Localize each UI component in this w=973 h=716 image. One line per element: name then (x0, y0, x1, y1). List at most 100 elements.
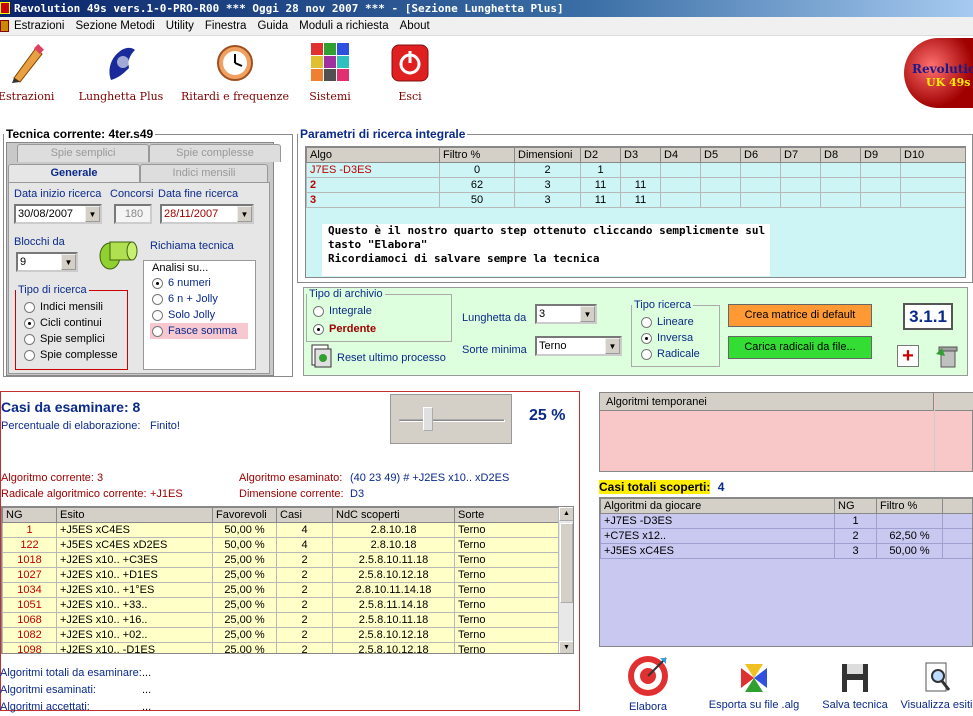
param-header[interactable]: D10 (900, 147, 965, 163)
param-header[interactable]: D5 (700, 147, 741, 163)
casi-header[interactable]: Esito (56, 507, 213, 523)
casi-row[interactable]: 1034 +J2ES x10.. +1°ES 25,00 % 2 2.8.10.11.1… (2, 582, 559, 598)
plus-icon[interactable]: + (897, 345, 919, 367)
trash-icon[interactable] (934, 342, 962, 370)
chevron-down-icon[interactable]: ▼ (85, 206, 100, 222)
casi-row[interactable]: 1068 +J2ES x10.. +16.. 25,00 % 2 2.5.8.10.11… (2, 612, 559, 628)
casi-row[interactable]: 1051 +J2ES x10.. +33.. 25,00 % 2 2.5.8.11.14… (2, 597, 559, 613)
param-header[interactable]: D4 (660, 147, 701, 163)
param-cell (660, 192, 701, 208)
radio-6-numeri[interactable]: 6 numeri (152, 277, 211, 289)
casi-header[interactable]: Favorevoli (212, 507, 277, 523)
progress-slider[interactable] (390, 394, 512, 444)
radio-integrale[interactable]: Integrale (313, 305, 372, 317)
sistemi-button[interactable]: Sistemi (304, 42, 356, 103)
scoperti-grid[interactable]: Algoritmi da giocare NG Filtro % +J7ES -D3… (599, 497, 973, 647)
casi-header[interactable]: NdC scoperti (332, 507, 455, 523)
data-inizio-select[interactable]: 30/08/2007 ▼ (14, 204, 102, 224)
radio-spie-semplici[interactable]: Spie semplici (24, 333, 105, 345)
param-header[interactable]: D2 (580, 147, 621, 163)
reset-label[interactable]: Reset ultimo processo (337, 352, 446, 364)
ritardi-frequenze-button[interactable]: Ritardi e frequenze (180, 42, 290, 103)
param-header[interactable]: Filtro % (439, 147, 515, 163)
menu-estrazioni[interactable]: Estrazioni (14, 20, 65, 32)
slider-thumb[interactable] (423, 407, 433, 431)
elabora-button[interactable]: Elabora (621, 652, 675, 713)
estrazioni-button[interactable]: Estrazioni (0, 42, 54, 103)
radio-perdente[interactable]: Perdente (313, 323, 376, 335)
lunghetta-select[interactable]: 3 ▼ (535, 304, 597, 324)
chevron-down-icon[interactable]: ▼ (605, 338, 620, 354)
casi-header[interactable]: NG (2, 507, 57, 523)
param-row[interactable]: 2 62 3 11 11 (306, 177, 965, 193)
radio-solo-jolly[interactable]: Solo Jolly (152, 309, 215, 321)
casi-row[interactable]: 1098 +J2ES x10.. -D1ES 25,00 % 2 2.5.8.10.12… (2, 642, 559, 653)
chevron-down-icon[interactable]: ▼ (580, 306, 595, 322)
radio-6n-jolly[interactable]: 6 n + Jolly (152, 293, 218, 305)
menu-guida[interactable]: Guida (257, 20, 288, 32)
richiama-tecnica-label[interactable]: Richiama tecnica (150, 240, 234, 252)
accettati-label: Algoritmi accettati: (0, 701, 90, 713)
esporta-button[interactable]: Esporta su file .alg (706, 660, 802, 711)
scop-header[interactable]: Filtro % (876, 498, 943, 514)
casi-row[interactable]: 1027 +J2ES x10.. +D1ES 25,00 % 2 2.5.8.10.12… (2, 567, 559, 583)
visualizza-esiti-button[interactable]: Visualizza esiti (900, 660, 973, 711)
scop-header[interactable]: NG (834, 498, 877, 514)
radio-spie-complesse[interactable]: Spie complesse (24, 349, 118, 361)
param-cell: 2 (306, 177, 440, 193)
casi-row[interactable]: 1 +J5ES xC4ES 50,00 % 4 2.8.10.18 Terno (2, 522, 559, 538)
casi-header[interactable]: Casi (276, 507, 333, 523)
sorte-label: Sorte minima (462, 344, 527, 356)
carica-radicali-button[interactable]: Carica radicali da file... (728, 336, 872, 359)
casi-scrollbar[interactable]: ▲ ▼ (558, 507, 573, 653)
casi-cell: 2.8.10.18 (332, 522, 455, 538)
tab-indici-mensili[interactable]: Indici mensili (140, 164, 268, 182)
menu-about[interactable]: About (400, 20, 430, 32)
scop-row[interactable]: +J5ES xC4ES 3 50,00 % (600, 543, 972, 559)
param-header[interactable]: D6 (740, 147, 781, 163)
sorte-select[interactable]: Terno ▼ (535, 336, 622, 356)
menu-sezione-metodi[interactable]: Sezione Metodi (76, 20, 155, 32)
scop-row[interactable]: +C7ES x12.. 2 62,50 % (600, 528, 972, 544)
scop-row[interactable]: +J7ES -D3ES 1 (600, 513, 972, 529)
radio-radicale[interactable]: Radicale (641, 348, 700, 360)
salva-tecnica-button[interactable]: Salva tecnica (817, 660, 893, 711)
param-header[interactable]: Dimensioni (514, 147, 581, 163)
scop-header[interactable]: Algoritmi da giocare (600, 498, 835, 514)
casi-row[interactable]: 1018 +J2ES x10.. +C3ES 25,00 % 2 2.5.8.10.11… (2, 552, 559, 568)
param-header[interactable]: D8 (820, 147, 861, 163)
esci-button[interactable]: Esci (390, 42, 430, 103)
radio-indici-mensili[interactable]: Indici mensili (24, 301, 103, 313)
param-header[interactable]: D9 (860, 147, 901, 163)
param-header[interactable]: D7 (780, 147, 821, 163)
lunghetta-plus-button[interactable]: Lunghetta Plus (76, 42, 166, 103)
scop-header[interactable] (942, 498, 972, 514)
mdi-doc-icon[interactable] (0, 20, 9, 32)
reset-icon[interactable] (309, 343, 333, 369)
param-header[interactable]: Algo (306, 147, 440, 163)
param-row[interactable]: 3 50 3 11 11 (306, 192, 965, 208)
radio-inversa[interactable]: Inversa (641, 332, 693, 344)
menu-finestra[interactable]: Finestra (205, 20, 247, 32)
param-row[interactable]: J7ES -D3ES 0 2 1 (306, 162, 965, 178)
chevron-down-icon[interactable]: ▼ (237, 206, 252, 222)
casi-grid[interactable]: NG Esito Favorevoli Casi NdC scoperti Sorte 1… (1, 506, 574, 654)
tab-generale[interactable]: Generale (8, 164, 140, 182)
param-header[interactable]: D3 (620, 147, 661, 163)
data-fine-select[interactable]: 28/11/2007 ▼ (160, 204, 254, 224)
menu-moduli[interactable]: Moduli a richiesta (299, 20, 388, 32)
casi-row[interactable]: 122 +J5ES xC4ES xD2ES 50,00 % 4 2.8.10.18 Ter… (2, 537, 559, 553)
radio-fasce-somma[interactable]: Fasce somma (150, 323, 248, 339)
tab-spie-semplici[interactable]: Spie semplici (17, 144, 149, 162)
casi-row[interactable]: 1082 +J2ES x10.. +02.. 25,00 % 2 2.5.8.10.12… (2, 627, 559, 643)
tab-spie-complesse[interactable]: Spie complesse (149, 144, 281, 162)
blocchi-select[interactable]: 9 ▼ (16, 252, 78, 272)
temporanei-grid[interactable]: Algoritmi temporanei (599, 392, 973, 472)
crea-matrice-button[interactable]: Crea matrice di default (728, 304, 872, 327)
radio-lineare[interactable]: Lineare (641, 316, 694, 328)
radio-cicli-continui[interactable]: Cicli continui (24, 317, 102, 329)
richiama-tecnica-icon[interactable] (96, 232, 142, 272)
chevron-down-icon[interactable]: ▼ (61, 254, 76, 270)
menu-utility[interactable]: Utility (166, 20, 194, 32)
casi-header[interactable]: Sorte (454, 507, 559, 523)
